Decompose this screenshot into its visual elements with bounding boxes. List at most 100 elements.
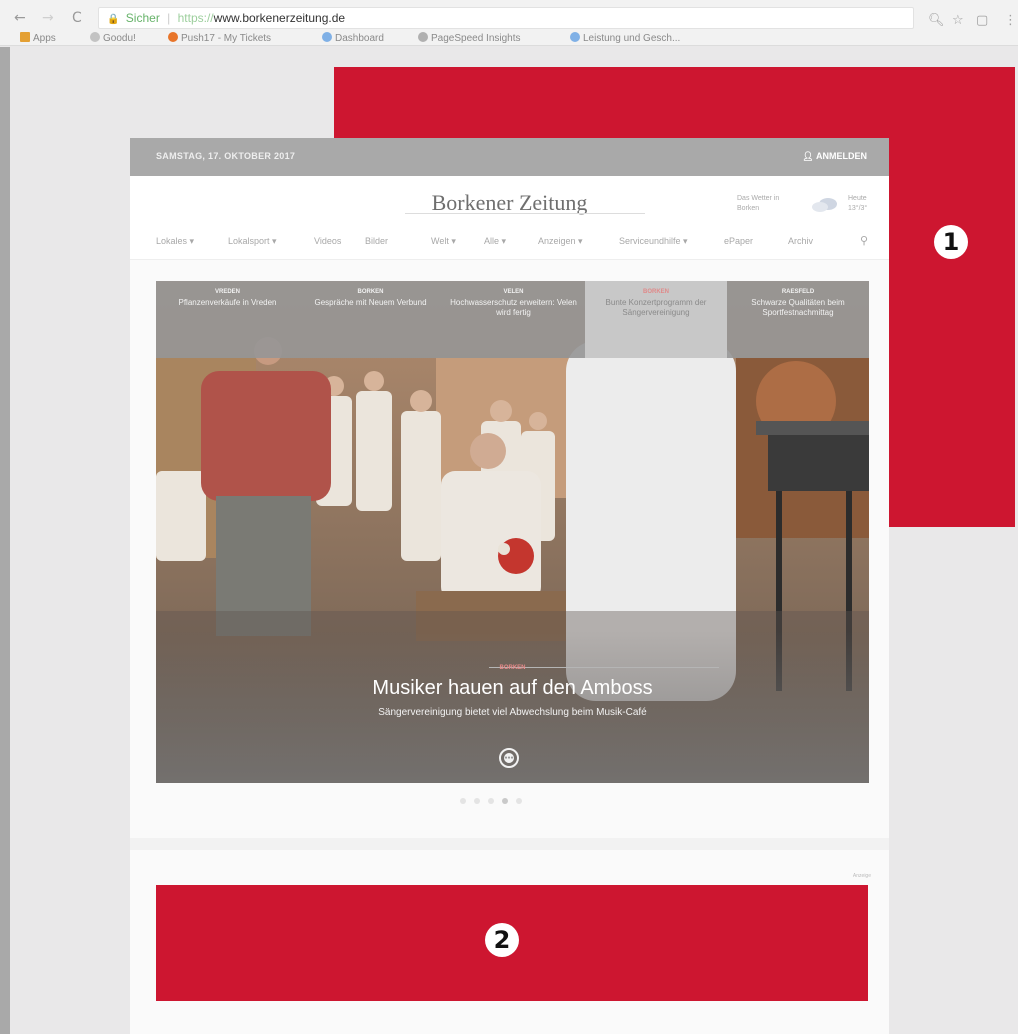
nav-item-anzeigen[interactable]: Anzeigen ▾ <box>538 236 583 247</box>
bookmark-apps[interactable]: Apps <box>20 32 56 44</box>
lock-icon: 🔒 <box>107 14 120 25</box>
hero-more-button[interactable]: ●●● <box>499 748 519 768</box>
slider-dot-1[interactable] <box>460 798 466 804</box>
teaser-headline: Schwarze Qualitäten beim Sportfestnachmi… <box>751 298 845 317</box>
teaser-category: VREDEN <box>214 289 240 295</box>
hero-category: BORKEN <box>499 665 526 671</box>
teaser-category: VELEN <box>503 289 524 295</box>
teaser-3[interactable]: VELEN Hochwasserschutz erweitern: Velen … <box>442 281 585 358</box>
bookmark-pagespeed[interactable]: PageSpeed Insights <box>418 32 521 44</box>
slider-pagination <box>460 798 560 806</box>
callout-1-badge: 1 <box>934 225 968 259</box>
slider-dot-5[interactable] <box>516 798 522 804</box>
weather-temperature: Heute 13°/3° <box>848 194 867 214</box>
hero-subtitle: Sängervereinigung bietet viel Abwechslun… <box>378 707 647 718</box>
teaser-headline: Gespräche mit Neuem Verbund <box>314 298 427 307</box>
ad-label: Anzeige <box>852 873 871 879</box>
zoom-icon[interactable]: 🔍︎ <box>928 13 945 28</box>
nav-item-epaper[interactable]: ePaper <box>724 236 753 246</box>
bookmark-label: PageSpeed Insights <box>431 33 521 44</box>
teaser-category: RAESFELD <box>781 289 815 295</box>
nav-label: Lokalsport <box>228 236 270 246</box>
weather-location: Das Wetter in Borken <box>737 194 779 214</box>
bookmark-label: Dashboard <box>335 33 384 44</box>
bookmark-dashboard[interactable]: Dashboard <box>322 32 384 44</box>
nav-item-archiv[interactable]: Archiv <box>788 236 813 246</box>
login-label: ANMELDEN <box>816 151 867 161</box>
nav-item-alle[interactable]: Alle ▾ <box>484 236 506 247</box>
extension-icon[interactable]: ▢ <box>976 13 988 28</box>
teaser-4-active[interactable]: BORKEN Bunte Konzertprogramm der Sängerv… <box>585 281 727 358</box>
nav-item-bilder[interactable]: Bilder <box>365 236 388 246</box>
bookmark-star-icon[interactable]: ☆ <box>952 13 964 28</box>
weather-label: Das Wetter in <box>737 195 780 202</box>
nav-item-lokales[interactable]: Lokales ▾ <box>156 236 194 247</box>
forward-button[interactable]: → <box>42 10 54 26</box>
weather-day: Heute <box>848 195 867 202</box>
teaser-2[interactable]: BORKEN Gespräche mit Neuem Verbund <box>299 281 442 358</box>
search-icon[interactable]: ⚲ <box>860 234 868 247</box>
teaser-category: BORKEN <box>642 289 669 295</box>
nav-label: Alle <box>484 236 500 246</box>
site-topbar: SAMSTAG, 17. OKTOBER 2017 👤︎ ANMELDEN <box>130 138 889 176</box>
slider-dot-2[interactable] <box>474 798 480 804</box>
section-divider <box>130 838 889 850</box>
apps-grid-icon <box>20 32 30 42</box>
nav-item-service[interactable]: Serviceundhilfe ▾ <box>619 236 688 247</box>
google-icon <box>570 32 580 42</box>
masthead: Borkener Zeitung Das Wetter in Borken He… <box>130 176 889 228</box>
goodu-icon <box>90 32 100 42</box>
menu-icon[interactable]: ⋮ <box>1004 13 1017 28</box>
more-icon: ●●● <box>504 753 514 763</box>
main-navigation: Lokales ▾ Lokalsport ▾ Videos Bilder Wel… <box>130 228 889 260</box>
bookmark-push17[interactable]: Push17 - My Tickets <box>168 32 271 44</box>
logo-underline <box>405 213 645 214</box>
bookmark-label: Leistung und Gesch... <box>583 33 681 44</box>
nav-item-videos[interactable]: Videos <box>314 236 341 246</box>
address-row: ← → C 🔒 Sicher | https://www.borkenerzei… <box>0 4 1018 32</box>
callout-2-box: 2 <box>156 885 868 1001</box>
weather-city: Borken <box>737 205 760 212</box>
bookmark-label: Goodu! <box>103 33 136 44</box>
push17-icon <box>168 32 178 42</box>
url-host: www.borkenerzeitung.de <box>213 11 346 25</box>
teaser-1[interactable]: VREDEN Pflanzenverkäufe in Vreden <box>156 281 299 358</box>
user-icon: 👤︎ <box>802 151 816 161</box>
teaser-headline: Hochwasserschutz erweitern: Velen wird f… <box>450 298 577 317</box>
address-bar[interactable]: 🔒 Sicher | https://www.borkenerzeitung.d… <box>98 7 914 29</box>
teaser-5[interactable]: RAESFELD Schwarze Qualitäten beim Sportf… <box>727 281 869 358</box>
secure-label: Sicher <box>125 11 160 25</box>
bookmark-leistung[interactable]: Leistung und Gesch... <box>570 32 680 44</box>
date-text: SAMSTAG, 17. OKTOBER 2017 <box>156 151 296 161</box>
back-button[interactable]: ← <box>14 10 26 26</box>
nav-item-welt[interactable]: Welt ▾ <box>431 236 456 247</box>
window-edge <box>0 47 10 1034</box>
weather-cloud-icon <box>812 198 837 212</box>
weather-temp: 13°/3° <box>848 205 868 212</box>
teaser-bar: VREDEN Pflanzenverkäufe in Vreden BORKEN… <box>156 281 869 358</box>
bookmark-label: Push17 - My Tickets <box>181 33 272 44</box>
login-link[interactable]: 👤︎ ANMELDEN <box>802 151 867 162</box>
teaser-headline: Bunte Konzertprogramm der Sängervereinig… <box>605 298 707 317</box>
nav-label: Welt <box>431 236 449 246</box>
google-icon <box>322 32 332 42</box>
pagespeed-icon <box>418 32 428 42</box>
url-protocol: https:// <box>177 11 214 25</box>
slider-dot-3[interactable] <box>488 798 494 804</box>
url-separator: | <box>167 11 171 25</box>
hero-title[interactable]: Musiker hauen auf den Amboss <box>156 677 869 700</box>
bookmark-goodu[interactable]: Goodu! <box>90 32 136 44</box>
browser-toolbar: ← → C 🔒 Sicher | https://www.borkenerzei… <box>0 0 1018 46</box>
nav-item-lokalsport[interactable]: Lokalsport ▾ <box>228 236 277 247</box>
teaser-headline: Pflanzenverkäufe in Vreden <box>178 298 277 307</box>
callout-2-badge: 2 <box>485 923 519 957</box>
slider-dot-4-active[interactable] <box>502 798 508 804</box>
reload-button[interactable]: C <box>72 10 82 26</box>
nav-label: Anzeigen <box>538 236 576 246</box>
hero-slider[interactable]: VREDEN Pflanzenverkäufe in Vreden BORKEN… <box>156 281 869 783</box>
teaser-category: BORKEN <box>357 289 384 295</box>
bookmark-label: Apps <box>33 33 56 44</box>
nav-label: Lokales <box>156 236 188 246</box>
bookmarks-bar: Apps Goodu! Push17 - My Tickets Dashboar… <box>0 30 1018 46</box>
nav-label: Serviceundhilfe <box>619 236 681 246</box>
